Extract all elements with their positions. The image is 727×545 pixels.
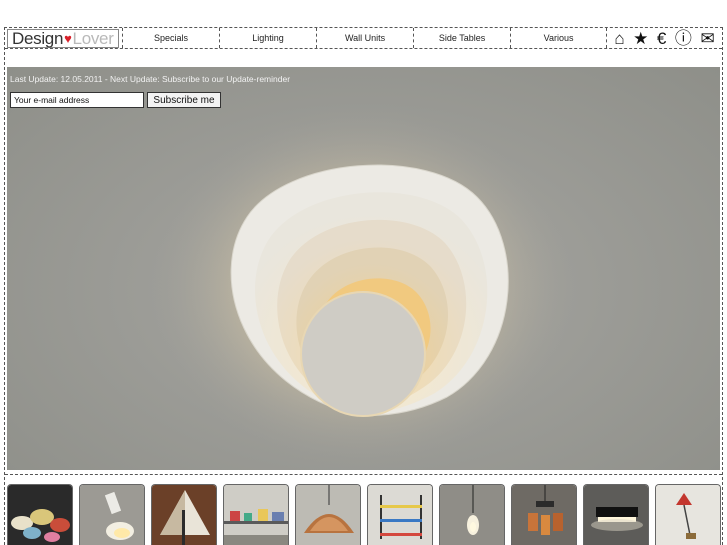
update-notice: Last Update: 12.05.2011 - Next Update: S… [10, 74, 291, 84]
logo[interactable]: Design ♥ Lover [7, 29, 120, 48]
thumb-shelf-display[interactable] [223, 484, 289, 545]
thumb-string-shelf[interactable] [367, 484, 433, 545]
main-nav: Specials Lighting Wall Units Side Tables… [122, 28, 608, 48]
thumb-amber-cascade-lamp[interactable] [511, 484, 577, 545]
thumb-ceramic-bowls[interactable] [7, 484, 73, 545]
hero-image-wall-lamp[interactable]: Last Update: 12.05.2011 - Next Update: S… [7, 67, 720, 470]
email-field[interactable] [10, 92, 144, 108]
toolbar-icons: ⌂ ★ € ⓘ ✉ [607, 28, 722, 48]
thumbnail-strip [7, 484, 723, 545]
star-icon[interactable]: ★ [633, 30, 648, 47]
top-navigation-bar: Design ♥ Lover Specials Lighting Wall Un… [5, 28, 722, 49]
section-divider [5, 474, 722, 475]
thumb-white-spot-lamp[interactable] [79, 484, 145, 545]
heart-icon: ♥ [64, 31, 72, 46]
thumb-copper-cone-lamp[interactable] [151, 484, 217, 545]
thumb-black-wall-light[interactable] [583, 484, 649, 545]
thumb-copper-pendant[interactable] [295, 484, 361, 545]
thumb-red-flower-lamp[interactable] [655, 484, 721, 545]
euro-icon[interactable]: € [657, 30, 666, 47]
nav-item-lighting[interactable]: Lighting [219, 28, 316, 48]
wall-lamp-illustration [152, 107, 572, 467]
mail-icon[interactable]: ✉ [700, 30, 714, 47]
home-icon[interactable]: ⌂ [614, 30, 624, 47]
thumb-glass-pendant[interactable] [439, 484, 505, 545]
logo-text-design: Design [12, 29, 64, 48]
nav-item-wall-units[interactable]: Wall Units [316, 28, 413, 48]
nav-item-side-tables[interactable]: Side Tables [413, 28, 510, 48]
logo-text-lover: Lover [72, 29, 114, 48]
nav-item-specials[interactable]: Specials [122, 28, 219, 48]
info-icon[interactable]: ⓘ [675, 30, 692, 47]
subscribe-button[interactable]: Subscribe me [147, 92, 221, 108]
nav-item-various[interactable]: Various [510, 28, 608, 48]
